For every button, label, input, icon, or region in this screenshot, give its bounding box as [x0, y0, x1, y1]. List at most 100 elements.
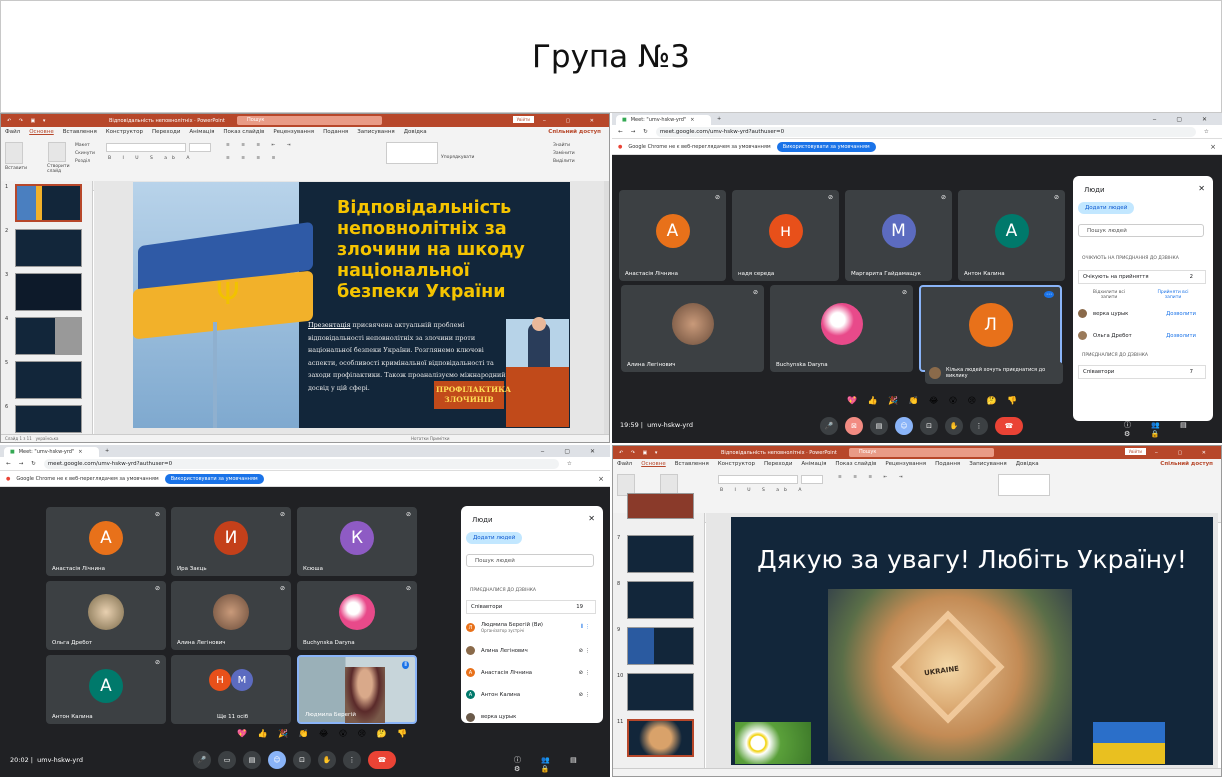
new-slide-icon[interactable] [48, 142, 66, 162]
self-video-tile[interactable]: ⦀ Людмила Берегій [297, 655, 417, 724]
tab-recording[interactable]: Записування [357, 129, 394, 135]
tab-view[interactable]: Подання [323, 129, 348, 135]
more-options-button[interactable]: ⋮ [343, 751, 361, 769]
side-actions[interactable]: ⓘ 👥 ▤ ⚙ 🔒 [1124, 420, 1222, 438]
mic-off-icon[interactable]: ⊘ ⋮ [579, 670, 590, 676]
camera-button[interactable]: ▭ [218, 751, 236, 769]
leave-call-button[interactable]: ☎ [368, 751, 396, 769]
close-icon[interactable]: ✕ [588, 514, 595, 523]
side-actions[interactable]: ⓘ 👥 ▤ ⚙ 🔒 [514, 755, 610, 773]
join-request-toast[interactable]: Кілька людей хочуть приєднатися до викли… [925, 362, 1063, 384]
present-button[interactable]: ⊡ [293, 751, 311, 769]
slide-thumb-7[interactable] [627, 535, 694, 573]
participant-tile[interactable]: А ⊘ Анастасія Лічнина [46, 507, 166, 576]
tab-file[interactable]: Файл [617, 461, 632, 467]
camera-off-button[interactable]: ⊠ [845, 417, 863, 435]
pp-search-box[interactable]: Пошук [849, 448, 994, 457]
replace-button[interactable]: Замінити [553, 151, 575, 156]
participant-row[interactable]: Алина Легінович ⊘ ⋮ [466, 646, 596, 655]
tab-file[interactable]: Файл [5, 129, 20, 135]
participant-tile[interactable]: А ⊘ Антон Калина [46, 655, 166, 724]
align-buttons[interactable]: ≡ ≡ ≡ ≡ [226, 156, 280, 161]
captions-button[interactable]: ▤ [870, 417, 888, 435]
hand-raise-button[interactable]: ✋ [318, 751, 336, 769]
address-bar[interactable]: meet.google.com/umv-hskw-yrd?authuser=0 [43, 458, 559, 469]
participant-row[interactable]: А Антон Калина ⊘ ⋮ [466, 690, 596, 699]
tab-animation[interactable]: Анімація [189, 129, 214, 135]
pp-search-box[interactable]: Пошук [237, 116, 382, 125]
tab-transitions[interactable]: Переходи [764, 461, 792, 467]
hand-raise-button[interactable]: ✋ [945, 417, 963, 435]
section-button[interactable]: Розділ [75, 159, 90, 164]
window-controls[interactable]: ‒ ▢ ✕ [543, 118, 603, 124]
allow-button[interactable]: Дозволити [1166, 333, 1196, 339]
co-authors-group[interactable]: Співавтори 19 [466, 600, 596, 614]
window-controls[interactable]: ‒ ▢ ✕ [1153, 116, 1216, 123]
waiting-row[interactable]: Ольга Дребот Дозволити [1078, 331, 1206, 340]
font-size-select[interactable] [801, 475, 823, 484]
tab-view[interactable]: Подання [935, 461, 960, 467]
close-icon[interactable]: ✕ [1198, 184, 1205, 193]
add-people-button[interactable]: Додати людей [466, 532, 523, 544]
reaction-bar[interactable]: 💖 👍 🎉 👏 😂 😮 😢 🤔 👎 [847, 396, 1021, 405]
waiting-group[interactable]: Очікують на прийняття 2 [1078, 270, 1206, 284]
people-search-input[interactable]: Пошук людей [1078, 224, 1204, 237]
slide-11[interactable]: Дякую за увагу! Любіть Україну! UKRAINE [731, 517, 1213, 765]
slide-thumb-10[interactable] [627, 673, 694, 711]
window-controls[interactable]: ‒ ▢ ✕ [541, 448, 604, 455]
share-button[interactable]: Спільний доступ [1160, 461, 1213, 467]
allow-button[interactable]: Дозволити [1166, 311, 1196, 317]
tab-recording[interactable]: Записування [969, 461, 1006, 467]
accept-all-button[interactable]: Прийняти всі запити [1153, 290, 1193, 300]
add-people-button[interactable]: Додати людей [1078, 202, 1135, 214]
participant-row[interactable]: А Анастасія Лічнина ⊘ ⋮ [466, 668, 596, 677]
mic-off-icon[interactable]: ⊘ ⋮ [579, 648, 590, 654]
co-authors-group[interactable]: Співавтори 7 [1078, 365, 1206, 379]
reaction-bar[interactable]: 💖 👍 🎉 👏 😂 😮 😢 🤔 👎 [237, 729, 411, 738]
close-icon[interactable]: × [1210, 143, 1216, 151]
tab-transitions[interactable]: Переходи [152, 129, 180, 135]
forward-icon[interactable]: → [631, 129, 636, 135]
participant-tile[interactable]: А ⊘ Антон Калина [958, 190, 1065, 281]
slide-thumb-4[interactable] [15, 317, 82, 355]
font-format-buttons[interactable]: B I U S ab A [720, 488, 806, 493]
quick-access-icons[interactable]: ↶ ↷ ▣ ▾ [7, 118, 48, 124]
status-language[interactable]: українська [36, 436, 59, 441]
new-tab-icon[interactable]: + [105, 448, 109, 454]
new-slide-icon[interactable] [660, 474, 678, 494]
tab-review[interactable]: Рецензування [273, 129, 314, 135]
tab-help[interactable]: Довідка [404, 129, 427, 135]
participant-tile[interactable]: М ⊘ Маргарита Гайдамащук [845, 190, 952, 281]
star-icon[interactable]: ☆ [1204, 129, 1209, 135]
address-bar[interactable]: meet.google.com/umv-hskw-yrd?authuser=0 [655, 126, 1196, 137]
share-button[interactable]: Спільний доступ [548, 129, 601, 135]
close-icon[interactable]: × [78, 449, 82, 455]
select-button[interactable]: Виділити [553, 159, 575, 164]
leave-call-button[interactable]: ☎ [995, 417, 1023, 435]
participant-tile[interactable]: ⊘ Алина Легінович [621, 285, 764, 372]
tab-home[interactable]: Основне [641, 461, 666, 467]
emoji-button[interactable]: ☺ [895, 417, 913, 435]
participant-row[interactable]: Л Людмила Берегій (Ви) Організатор зустріч… [466, 622, 596, 633]
deny-all-button[interactable]: Відхилити всі запити [1089, 290, 1129, 300]
vertical-scrollbar[interactable] [604, 181, 609, 435]
tab-help[interactable]: Довідка [1016, 461, 1039, 467]
slide-thumb-5[interactable] [15, 361, 82, 399]
sign-in-button[interactable]: Увійти [512, 116, 534, 123]
slide-thumb-6[interactable] [627, 493, 694, 519]
tab-insert[interactable]: Вставлення [63, 129, 97, 135]
participant-tile[interactable]: н ⊘ надя середа [732, 190, 839, 281]
back-icon[interactable]: ← [6, 461, 11, 467]
participant-tile[interactable]: ⊘ Ольга Дребот [46, 581, 166, 650]
paste-icon[interactable] [5, 142, 23, 164]
body-link[interactable]: Презентація [308, 321, 351, 329]
chrome-tab[interactable]: ■ Meet: "umv-hskw-yrd" × [4, 447, 99, 457]
slide-thumb-3[interactable] [15, 273, 82, 311]
font-name-select[interactable] [718, 475, 798, 484]
set-default-button[interactable]: Використовувати за умовчанням [776, 141, 876, 152]
tab-slideshow[interactable]: Показ слайдів [835, 461, 876, 467]
slide-thumb-2[interactable] [15, 229, 82, 267]
font-format-buttons[interactable]: B I U S ab A [108, 156, 194, 161]
more-participants-tile[interactable]: Н М Ще 11 осіб [171, 655, 291, 724]
layout-button[interactable]: Макет [75, 143, 90, 148]
